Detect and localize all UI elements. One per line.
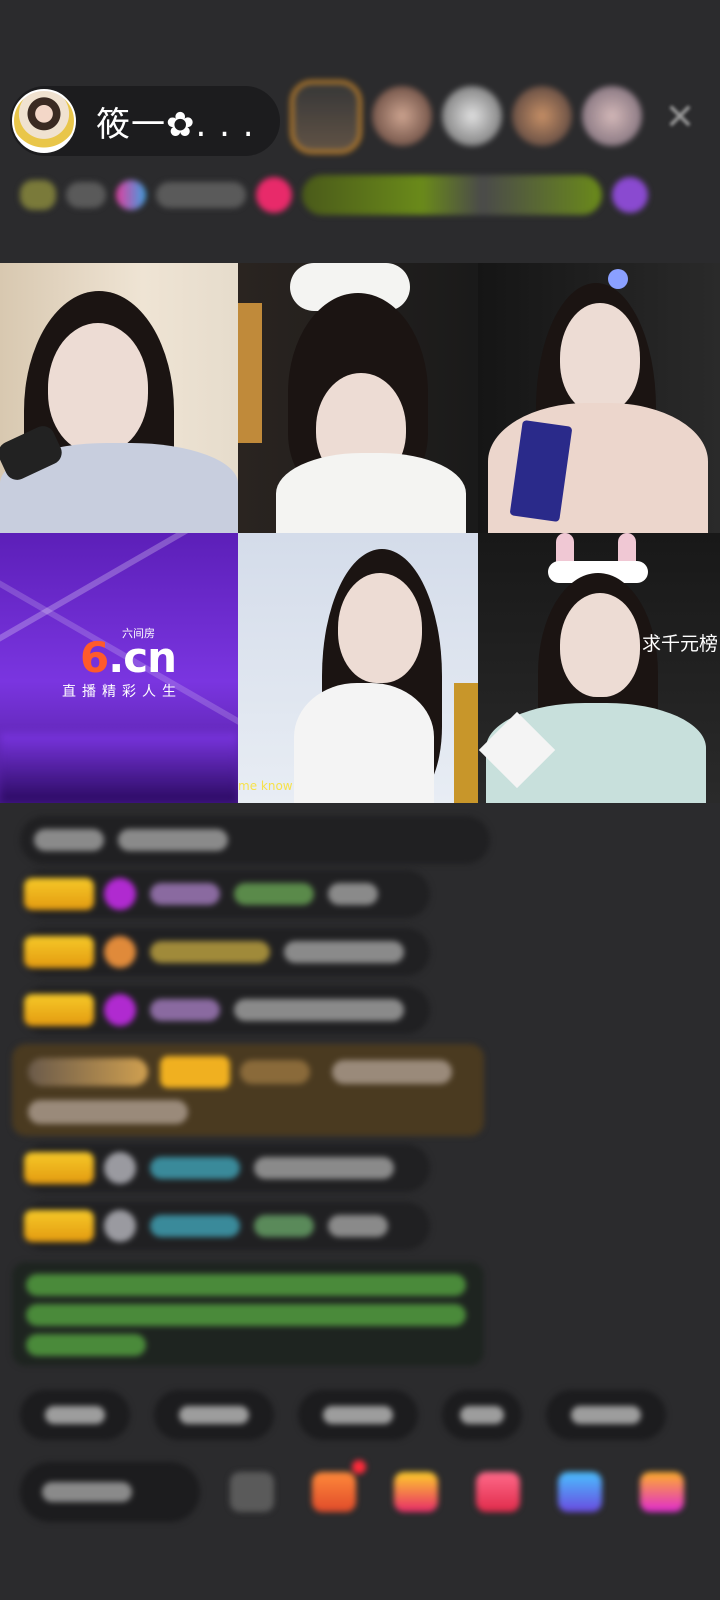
stream-tile-2[interactable] (238, 263, 478, 533)
stream-tile-6[interactable]: 求千元榜 (478, 533, 720, 803)
gift-box-icon[interactable] (312, 1460, 366, 1512)
stream-tile-1[interactable] (0, 263, 238, 533)
stream-caption: me know (238, 779, 293, 793)
brand-placeholder-tile[interactable]: 6.cn 六间房 直播精彩人生 (0, 533, 238, 803)
bottom-action-bar (20, 1460, 720, 1522)
treasure-icon[interactable] (394, 1472, 438, 1512)
rank-overlay-text: 求千元榜 (641, 633, 718, 655)
quick-chip[interactable] (442, 1390, 522, 1440)
chat-notice-message (12, 1262, 484, 1366)
stream-tile-3[interactable] (478, 263, 720, 533)
quick-chip[interactable] (298, 1390, 418, 1440)
top-viewers-list[interactable] (290, 80, 642, 154)
chat-input[interactable] (20, 1462, 200, 1522)
chat-message (20, 1202, 430, 1250)
quick-chip[interactable] (154, 1390, 274, 1440)
viewer-avatar-top[interactable] (290, 80, 362, 154)
viewer-avatar[interactable] (372, 86, 432, 146)
quick-chip[interactable] (546, 1390, 666, 1440)
gift-icon[interactable] (640, 1472, 684, 1512)
viewer-avatar[interactable] (512, 86, 572, 146)
chat-message (20, 928, 430, 976)
chat-system-message (20, 816, 490, 864)
host-name: 筱一✿. . . (96, 104, 255, 145)
brand-logo-small: 六间房 (122, 627, 155, 640)
close-icon[interactable]: ✕ (662, 100, 698, 136)
viewer-avatar[interactable] (582, 86, 642, 146)
quick-reply-chips (20, 1390, 666, 1440)
room-info-row[interactable] (20, 170, 690, 220)
game-icon[interactable] (476, 1472, 520, 1512)
host-avatar[interactable] (12, 89, 76, 153)
quick-chip[interactable] (20, 1390, 130, 1440)
stream-tile-5[interactable]: me know (238, 533, 478, 803)
chat-message (20, 1144, 430, 1192)
emoji-icon[interactable] (230, 1472, 274, 1512)
notification-dot (352, 1460, 366, 1474)
chat-message (20, 870, 430, 918)
chat-gift-message (12, 1044, 484, 1136)
multi-stream-grid: 6.cn 六间房 直播精彩人生 me know 求千元榜 (0, 263, 720, 803)
brand-slogan: 直播精彩人生 (62, 684, 182, 700)
activity-icon[interactable] (558, 1472, 602, 1512)
host-info-pill[interactable]: 筱一✿. . . (10, 86, 280, 156)
viewer-avatar[interactable] (442, 86, 502, 146)
chat-message (20, 986, 430, 1034)
